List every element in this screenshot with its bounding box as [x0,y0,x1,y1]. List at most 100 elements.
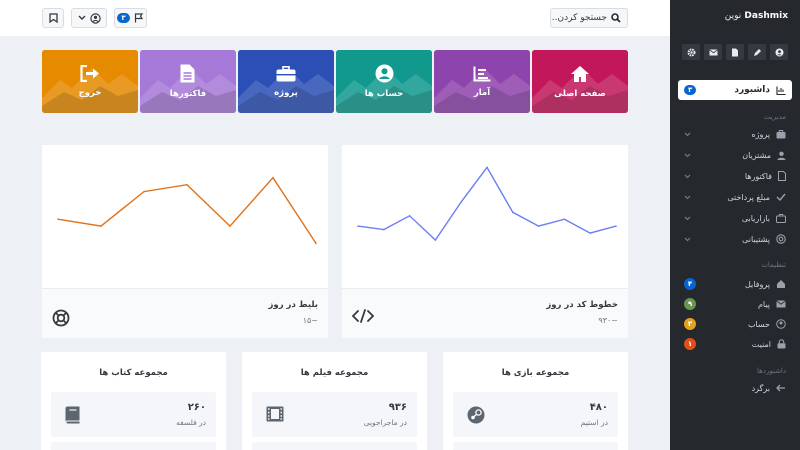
sidebar-item-management[interactable]: فاکتورها [678,167,792,185]
user-dropdown-button[interactable] [71,8,107,28]
collection-stat-secondary[interactable] [252,442,417,450]
sidebar-item-label: پروژه [751,129,770,139]
settings-button[interactable] [682,44,700,60]
briefcase-icon [276,65,296,82]
user-icon [375,64,394,83]
chart-card-code-lines: خطوط کد در روز ~۹۳۰ [342,145,628,338]
chevron-down-icon [684,174,691,178]
brand-logo[interactable]: Dashmix نوین [725,11,788,21]
file-icon [180,64,195,83]
data-point [143,190,145,193]
code-lines-chart [357,166,617,242]
user-circle-icon [776,319,786,329]
bookmark-button[interactable] [42,8,64,28]
data-point [315,242,317,245]
user-circle-icon [89,12,101,24]
sidebar-item-settings[interactable]: حساب ۳ [678,315,792,333]
sidebar-item-management[interactable]: مبلغ پرداختی [678,188,792,206]
sidebar-item-settings[interactable]: امنیت ۱ [678,335,792,353]
chevron-down-icon [78,15,85,20]
file-button[interactable] [726,44,744,60]
search-icon [611,13,621,23]
data-point [434,239,437,241]
sidebar-item-management[interactable]: پروژه [678,125,792,143]
tile-file[interactable]: فاکتورها [140,50,236,113]
tile-label: خروج [78,88,102,98]
search-input[interactable] [551,13,607,23]
collection-label: در فلسفه [176,418,206,427]
data-point [512,211,514,214]
series-line [357,166,617,242]
card-value: ~۹۳۰ [598,316,618,325]
user-circle-icon [775,48,783,56]
file-icon [778,171,786,181]
sidebar-heading-settings: تنظیمات [761,261,786,269]
edit-button[interactable] [748,44,766,60]
collection-count: ۲۶۰ [187,402,206,413]
tile-chart[interactable]: آمار [434,50,530,113]
data-point [537,225,540,227]
chevron-down-icon [684,195,691,199]
tile-home[interactable]: صفحه اصلی [532,50,628,113]
collection-title: مجموعه فیلم ها [300,368,369,378]
sidebar-heading-management: مدیریت [763,113,786,121]
pencil-icon [753,48,761,56]
book-icon [65,406,80,427]
tile-logout[interactable]: خروج [42,50,138,113]
data-point [100,225,102,227]
sidebar-item-label: حساب [747,319,770,329]
sidebar-badge: ۹ [684,298,696,310]
sidebar: Dashmix نوین داشبورد ۳ مدیریت پروژه مشتر… [670,0,800,450]
gear-icon [687,48,695,56]
film-icon [266,406,284,425]
collection-stat-secondary[interactable] [51,442,216,450]
notifications-button[interactable]: ۳ [114,8,147,28]
chevron-down-icon [684,216,691,220]
tile-label: فاکتورها [169,89,207,99]
chevron-down-icon [684,237,691,241]
collection-stat[interactable]: ۴۸۰ در استیم [453,392,618,437]
sidebar-item-settings[interactable]: پروفایل ۴ [678,275,792,293]
sidebar-item-label: مشتریان [742,150,771,160]
sidebar-badge: ۳ [684,85,697,95]
data-point [272,176,274,179]
data-point [460,201,462,203]
sidebar-item-label: پروفایل [744,279,770,289]
chart-card-tickets: بلیط در روز ~۱۵ [42,145,328,338]
flag-icon [134,13,143,23]
sidebar-item-back[interactable]: برگرد [678,379,792,397]
sidebar-item-label: داشبورد [734,85,770,95]
code-icon [352,309,374,323]
data-point [615,225,617,227]
sidebar-toolbar [682,44,788,60]
home-icon [570,65,590,83]
sidebar-item-management[interactable]: بازاریابی [678,209,792,227]
sidebar-item-dashboard[interactable]: داشبورد ۳ [678,80,792,100]
chevron-down-icon [684,153,691,157]
collection-stat[interactable]: ۲۶۰ در فلسفه [51,392,216,437]
sidebar-item-management[interactable]: مشتریان [678,146,792,164]
data-point [57,218,59,221]
sidebar-item-label: مبلغ پرداختی [727,192,770,202]
card-value: ~۱۵ [302,316,318,325]
sidebar-item-management[interactable]: پشتیبانی [678,230,792,248]
brand-sub: نوین [724,11,742,21]
tile-briefcase[interactable]: پروژه [238,50,334,113]
chevron-down-icon [684,132,691,136]
card-footer: خطوط کد در روز ~۹۳۰ [342,288,628,338]
tile-user[interactable]: حساب ها [336,50,432,113]
briefcase-outline-icon [776,213,786,223]
collection-card: مجموعه بازی ها ۴۸۰ در استیم [443,352,628,450]
profile-button[interactable] [770,44,788,60]
collection-label: در ماجراجویی [363,418,407,427]
collection-stat-secondary[interactable] [453,442,618,450]
collection-stat[interactable]: ۹۳۶ در ماجراجویی [252,392,417,437]
sidebar-item-settings[interactable]: پیام ۹ [678,295,792,313]
collection-title: مجموعه کتاب ها [99,368,168,378]
search-box[interactable] [550,8,628,28]
sidebar-item-label: امنیت [751,339,771,349]
mail-button[interactable] [704,44,722,60]
sidebar-item-label: بازاریابی [741,213,770,223]
user-icon [777,151,786,160]
sidebar-item-label: پشتیبانی [742,234,770,244]
